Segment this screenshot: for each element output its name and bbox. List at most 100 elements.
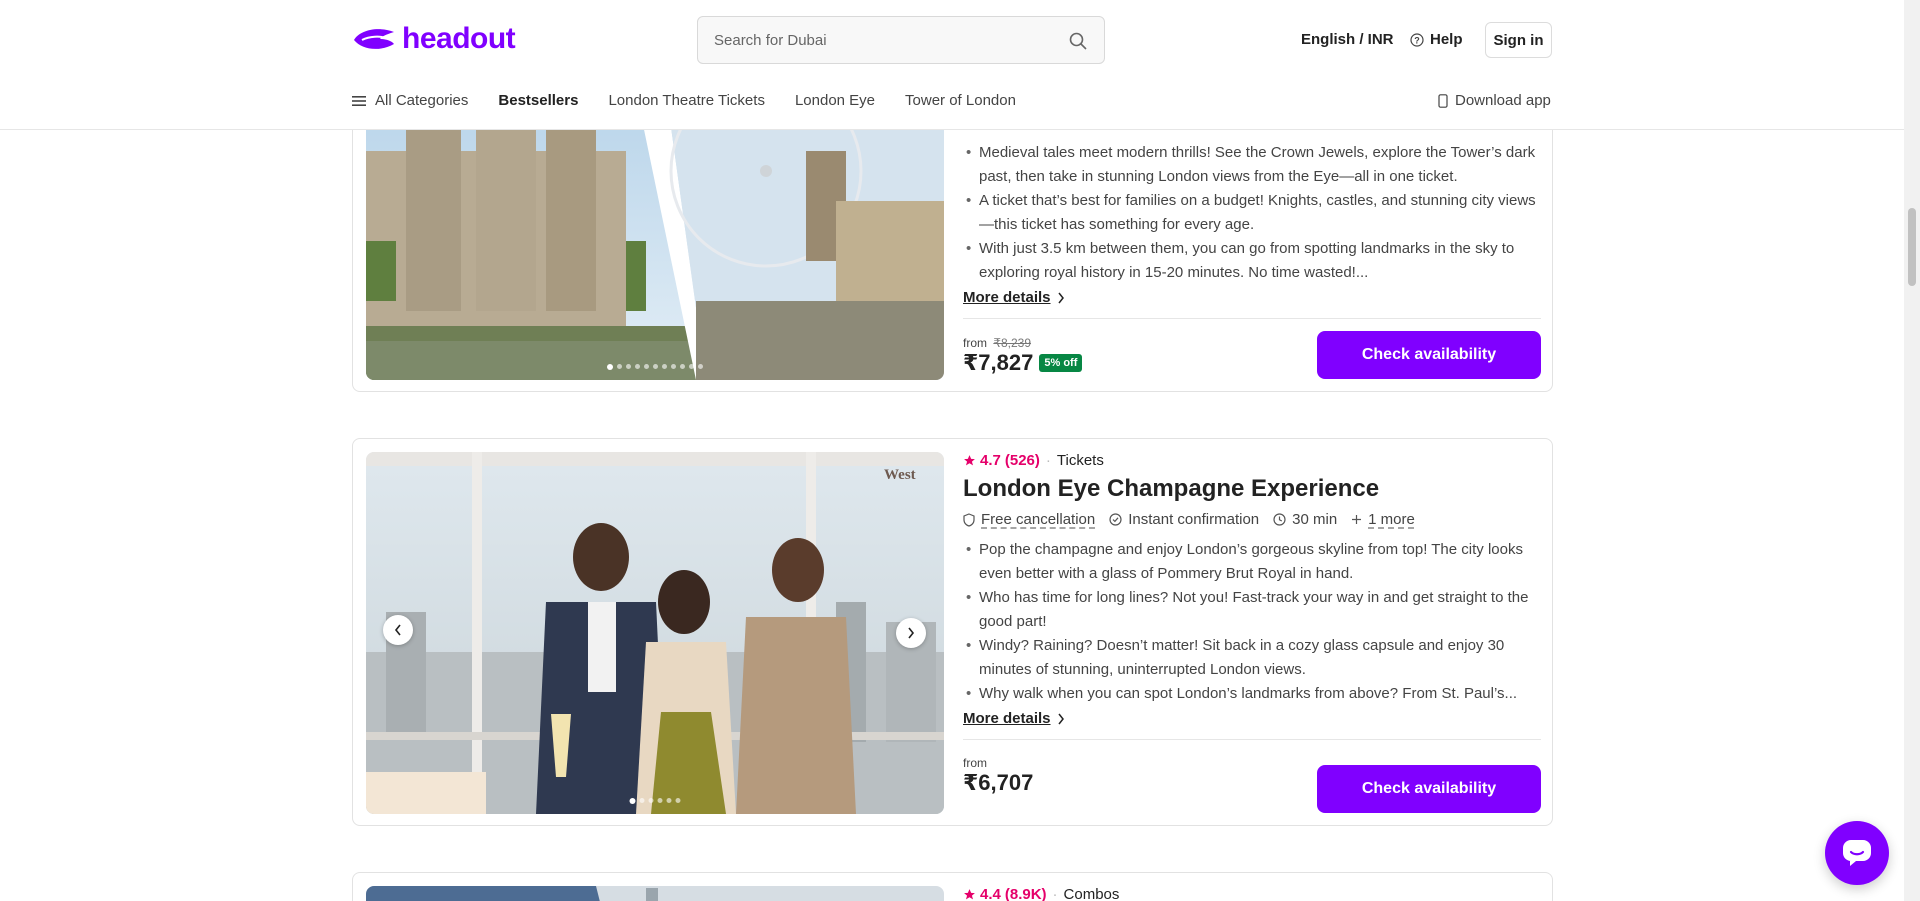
feature-more[interactable]: 1 more [1351,511,1415,528]
feature-duration: 30 min [1273,511,1337,528]
carousel-dot[interactable] [653,364,658,369]
features-row: Free cancellation Instant confirmation 3… [963,511,1541,528]
logo[interactable]: headout [352,22,516,56]
image-label-west: West [884,467,916,483]
product-image-carousel[interactable]: West [366,452,944,814]
more-details-link[interactable]: More details [963,710,1541,727]
download-app-label: Download app [1455,92,1551,109]
highlight-item: Windy? Raining? Doesn’t matter! Sit back… [963,634,1541,682]
more-details-label: More details [963,289,1051,306]
carousel-dot[interactable] [626,364,631,369]
nav-item-tower-of-london[interactable]: Tower of London [905,92,1016,109]
highlight-item: A ticket that’s best for families on a b… [963,189,1541,237]
carousel-dot[interactable] [617,364,622,369]
svg-text:?: ? [1414,35,1420,45]
carousel-dot[interactable] [680,364,685,369]
help-icon: ? [1410,32,1424,47]
rating-count: (8.9K) [1004,886,1047,901]
feature-label: 1 more [1368,511,1415,528]
sign-in-button[interactable]: Sign in [1485,22,1552,58]
carousel-dot[interactable] [644,364,649,369]
carousel-dot[interactable] [639,798,645,803]
rating-row: 4.4 (8.9K) · Combos [963,886,1541,901]
highlights-list: Medieval tales meet modern thrills! See … [963,141,1541,285]
carousel-dot[interactable] [666,798,672,803]
logo-text: headout [402,22,516,55]
chevron-right-icon [1057,292,1064,303]
carousel-dot[interactable] [671,364,676,369]
product-card-tower-eye-combo: Medieval tales meet modern thrills! See … [352,90,1553,392]
carousel-dot[interactable] [657,798,663,803]
highlights-list: Pop the champagne and enjoy London’s gor… [963,538,1541,706]
product-details: 4.7 (526) · Tickets London Eye Champagne… [963,452,1541,796]
carousel-dot[interactable] [607,364,613,370]
separator-dot: · [1052,886,1058,901]
current-price: ₹6,707 [963,770,1034,795]
page-scrollbar[interactable] [1904,0,1920,901]
carousel-dot[interactable] [635,364,640,369]
feature-label: Instant confirmation [1128,511,1260,528]
category-label: Tickets [1056,452,1104,469]
carousel-dot[interactable] [648,798,654,803]
carousel-dot[interactable] [698,364,703,369]
feature-free-cancellation[interactable]: Free cancellation [963,511,1095,528]
carousel-prev-button[interactable] [383,615,413,645]
nav-item-london-eye[interactable]: London Eye [795,92,875,109]
rating-value: 4.7 [980,452,1001,469]
divider [963,318,1541,319]
product-image-carousel[interactable] [366,91,944,380]
all-categories-menu[interactable]: All Categories [352,92,468,109]
rating[interactable]: 4.4 (8.9K) [963,886,1047,901]
all-categories-label: All Categories [375,92,469,109]
rating-row: 4.7 (526) · Tickets [963,452,1541,469]
clock-icon [1273,513,1286,526]
from-label: from [963,336,987,350]
help-label: Help [1430,31,1463,48]
check-availability-button[interactable]: Check availability [1317,765,1541,813]
highlight-item: Why walk when you can spot London’s land… [963,682,1541,706]
headout-logo-icon [354,29,394,49]
highlight-item: Pop the champagne and enjoy London’s gor… [963,538,1541,586]
plus-icon [1352,515,1362,524]
more-details-label: More details [963,710,1051,727]
combo-image [366,886,944,901]
from-label: from [963,756,987,770]
shield-icon [963,512,975,527]
search-icon[interactable] [1068,31,1088,51]
champagne-capsule-image: West [366,452,944,814]
category-nav: All Categories Bestsellers London Theatr… [352,92,1046,109]
search-input[interactable]: Search for Dubai [697,16,1105,64]
product-card-combo: 4.4 (8.9K) · Combos [352,872,1553,901]
chat-support-button[interactable] [1825,821,1889,885]
separator-dot: · [1045,452,1051,469]
feature-label: 30 min [1292,511,1338,528]
scrollbar-thumb[interactable] [1908,208,1916,286]
carousel-dot[interactable] [689,364,694,369]
rating[interactable]: 4.7 (526) [963,452,1040,469]
more-details-link[interactable]: More details [963,289,1541,306]
carousel-dots [607,364,703,370]
product-image-carousel[interactable] [366,886,944,901]
download-app-link[interactable]: Download app [1438,92,1551,109]
carousel-dot[interactable] [675,798,681,803]
chat-bubble-icon [1843,840,1871,866]
feature-instant-confirmation: Instant confirmation [1109,511,1259,528]
carousel-dot[interactable] [629,798,636,804]
nav-item-london-theatre-tickets[interactable]: London Theatre Tickets [608,92,765,109]
language-currency-selector[interactable]: English / INR [1301,31,1394,48]
product-card-london-eye-champagne: West 4.7 (526) · Tickets London Eye Cham… [352,438,1553,826]
help-link[interactable]: ? Help [1410,31,1463,48]
nav-item-bestsellers[interactable]: Bestsellers [498,92,578,109]
product-title[interactable]: London Eye Champagne Experience [963,475,1541,503]
star-icon [964,889,975,900]
highlight-item: Medieval tales meet modern thrills! See … [963,141,1541,189]
check-circle-icon [1109,513,1122,526]
check-availability-button[interactable]: Check availability [1317,331,1541,379]
category-label: Combos [1063,886,1120,901]
highlight-item: With just 3.5 km between them, you can g… [963,237,1541,285]
rating-count: (526) [1004,452,1040,469]
divider [963,739,1541,740]
carousel-next-button[interactable] [896,618,926,648]
carousel-dot[interactable] [662,364,667,369]
hamburger-icon [352,95,366,106]
